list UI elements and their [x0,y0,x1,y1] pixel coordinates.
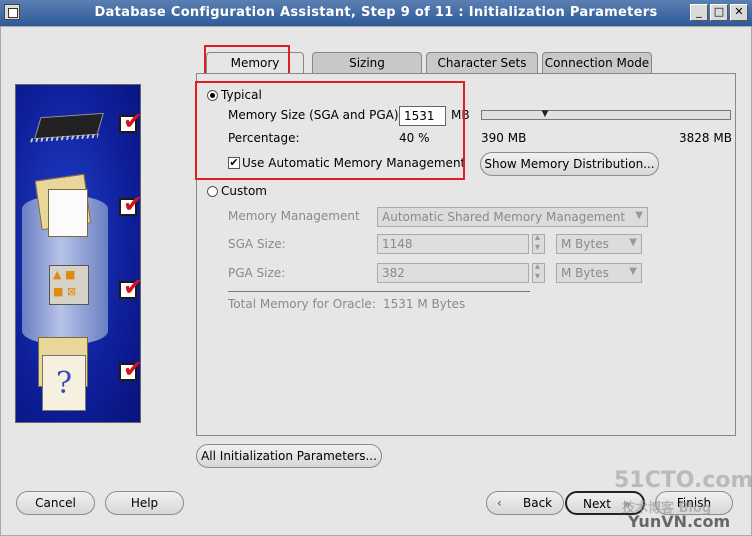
memory-tab-highlight [204,45,290,75]
window-title: Database Configuration Assistant, Step 9… [94,5,658,20]
help-button[interactable]: Help [105,491,184,515]
pga-size-label: PGA Size: [228,266,286,280]
chevron-left-icon: ‹ [497,496,502,510]
typical-section-highlight [195,81,465,180]
checkmark-icon [119,273,140,301]
slider-thumb-icon[interactable]: ▼ [539,110,551,120]
all-initialization-parameters-button[interactable]: All Initialization Parameters... [196,444,382,468]
watermark-line3: YunVN.com [628,512,731,531]
minimize-button[interactable]: _ [690,4,708,21]
watermark-line1: 51CTO.com [614,468,752,493]
next-button-label: Next [583,497,611,511]
total-memory-value: 1531 M Bytes [383,297,466,311]
memory-management-label: Memory Management [228,209,360,223]
tab-character-sets[interactable]: Character Sets [426,52,538,73]
title-bar: Database Configuration Assistant, Step 9… [0,0,752,26]
close-button[interactable]: ✕ [730,4,748,21]
memory-management-select[interactable]: Automatic Shared Memory Management ▼ [377,207,648,227]
sga-size-spinner[interactable] [532,232,545,254]
wizard-banner-image: ? [15,84,141,423]
pga-size-input[interactable]: 382 [377,263,529,283]
shapes-icon [49,265,89,305]
total-memory-label: Total Memory for Oracle: [228,297,376,311]
sga-size-label: SGA Size: [228,237,286,251]
chevron-down-icon: ▼ [629,266,637,277]
tab-connection-mode[interactable]: Connection Mode [542,52,652,73]
checkmark-icon [119,107,140,135]
custom-radio[interactable] [207,186,218,197]
pga-unit-select[interactable]: M Bytes ▼ [556,263,642,283]
maximize-button[interactable]: □ [710,4,728,21]
slider-max-label: 3828 MB [679,131,732,145]
show-memory-distribution-button[interactable]: Show Memory Distribution... [480,152,659,176]
checkmark-icon [119,355,140,383]
slider-min-label: 390 MB [481,131,527,145]
custom-label: Custom [221,184,267,198]
question-document-icon: ? [42,355,86,411]
sga-unit-value: M Bytes [561,237,609,251]
memory-slider[interactable]: ▼ [481,110,731,120]
memory-chip-icon [34,112,104,140]
chevron-down-icon: ▼ [629,237,637,248]
pga-size-spinner[interactable] [532,261,545,283]
checkmark-icon [119,190,140,218]
chevron-down-icon: ▼ [635,210,643,221]
back-button[interactable]: ‹ Back [486,491,564,515]
document-icon [48,189,88,237]
sga-unit-select[interactable]: M Bytes ▼ [556,234,642,254]
pga-unit-value: M Bytes [561,266,609,280]
total-separator [228,291,530,292]
cancel-button[interactable]: Cancel [16,491,95,515]
tab-sizing[interactable]: Sizing [312,52,422,73]
sga-size-input[interactable]: 1148 [377,234,529,254]
back-button-label: Back [523,496,553,510]
memory-management-value: Automatic Shared Memory Management [382,210,626,224]
